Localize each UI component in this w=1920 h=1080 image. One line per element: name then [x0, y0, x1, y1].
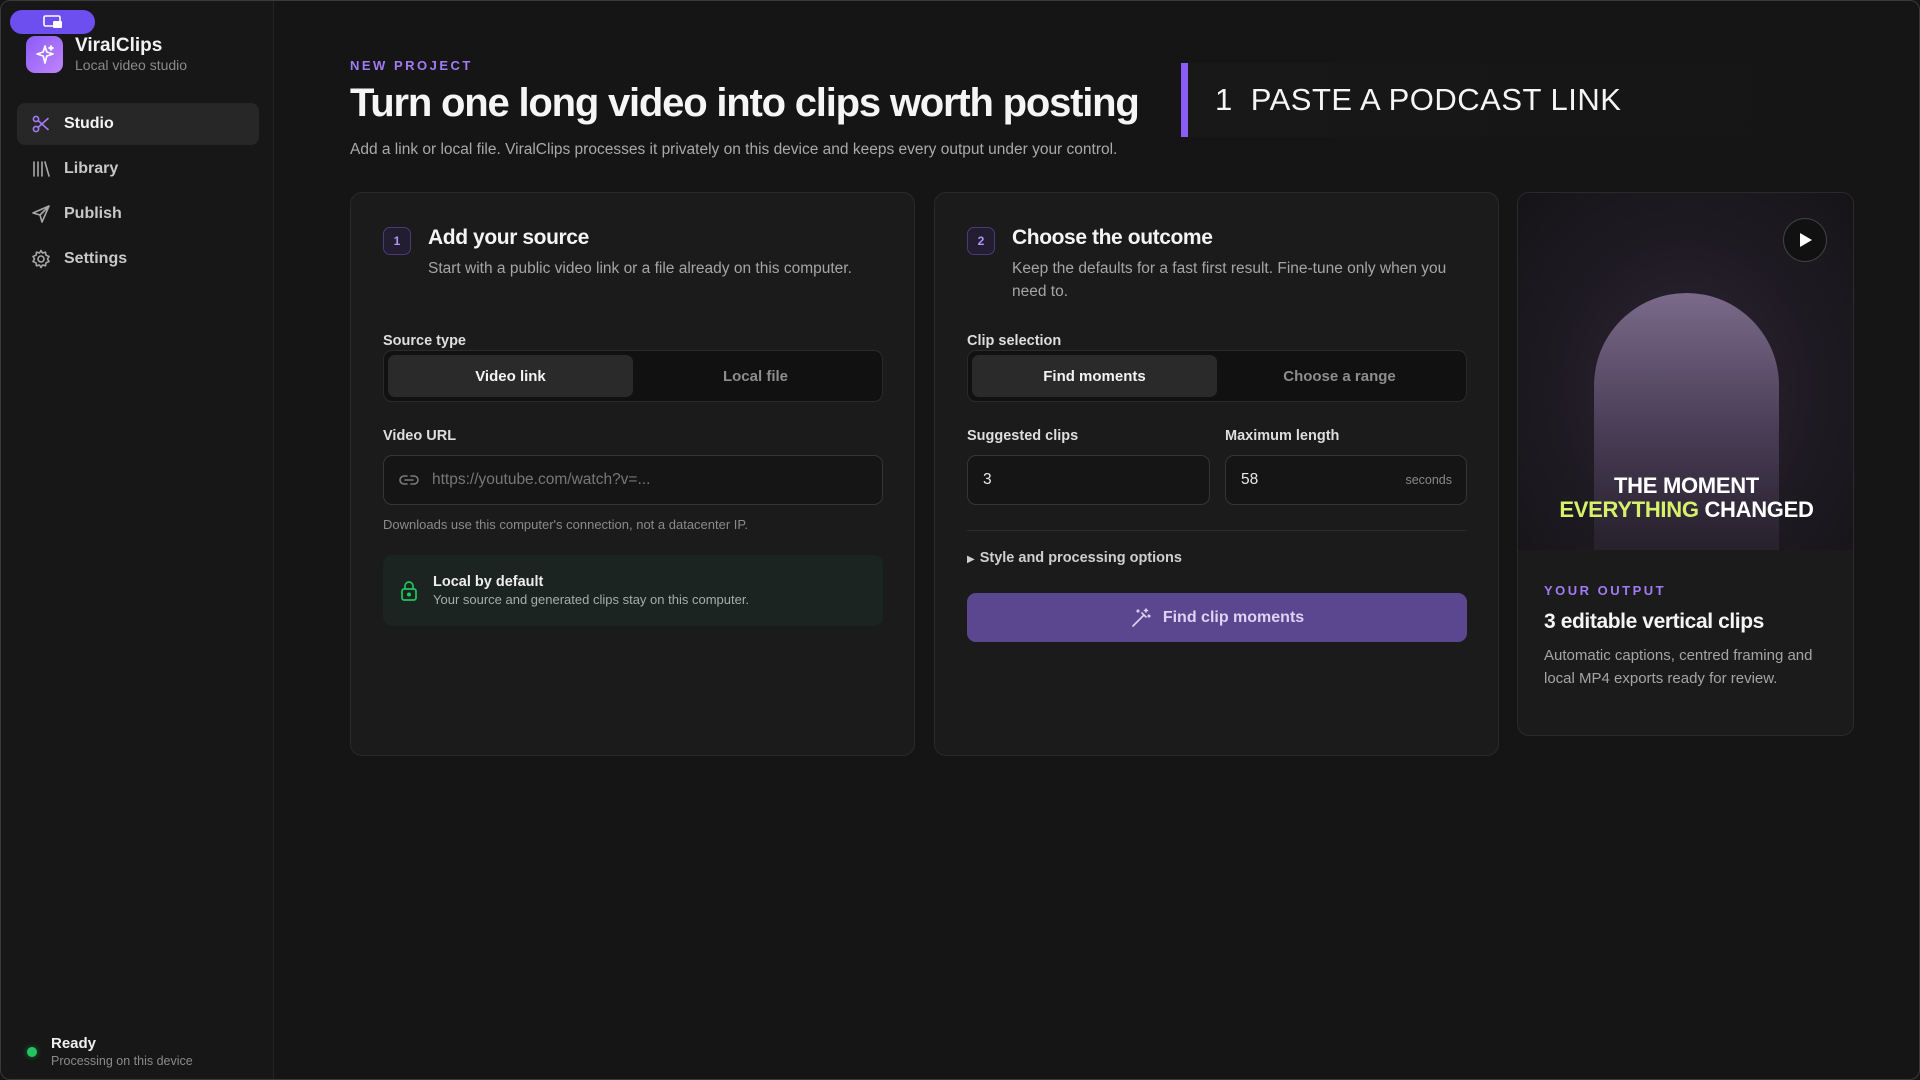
source-card: 1 Add your source Start with a public vi… [350, 192, 915, 756]
triangle-right-icon: ▶ [967, 554, 975, 565]
link-icon [398, 473, 420, 487]
output-preview-card: THE MOMENT EVERYTHING CHANGED YOUR OUTPU… [1517, 192, 1854, 736]
brand-subtitle: Local video studio [75, 57, 188, 73]
video-url-placeholder: https://youtube.com/watch?v=... [432, 471, 651, 488]
clip-selection-label: Clip selection [967, 333, 1062, 349]
sparkle-logo-icon [26, 36, 63, 73]
caption-line-1: THE MOMENT [1614, 473, 1759, 498]
clip-selection-toggle: Find moments Choose a range [967, 350, 1467, 402]
find-clip-moments-button[interactable]: Find clip moments [967, 593, 1467, 642]
library-icon [30, 158, 52, 180]
suggested-clips-label: Suggested clips [967, 428, 1079, 444]
send-icon [30, 203, 52, 225]
brand-name: ViralClips [75, 35, 163, 56]
video-link-option[interactable]: Video link [388, 355, 633, 397]
max-length-field[interactable]: 58 seconds [1225, 455, 1467, 505]
max-length-label: Maximum length [1225, 428, 1340, 444]
sidebar-nav: Studio Library Publish Settings [17, 103, 259, 283]
output-eyebrow: YOUR OUTPUT [1544, 583, 1667, 598]
step-banner: 1 PASTE A PODCAST LINK [1181, 63, 1841, 137]
clip-preview: THE MOMENT EVERYTHING CHANGED [1518, 193, 1853, 550]
card-description: Start with a public video link or a file… [428, 260, 852, 277]
status-indicator: Ready Processing on this device [27, 1035, 193, 1069]
step-banner-number: 1 [1215, 82, 1233, 117]
max-length-unit: seconds [1405, 473, 1452, 487]
screen-share-icon [42, 15, 62, 28]
local-notice-subtitle: Your source and generated clips stay on … [433, 591, 750, 607]
source-type-label: Source type [383, 333, 466, 349]
sidebar-item-label: Publish [64, 205, 122, 222]
suggested-clips-field[interactable]: 3 [967, 455, 1210, 505]
outcome-card: 2 Choose the outcome Keep the defaults f… [934, 192, 1499, 756]
card-title: Add your source [428, 226, 589, 249]
page-eyebrow: NEW PROJECT [350, 58, 473, 73]
choose-range-option[interactable]: Choose a range [1217, 355, 1462, 397]
play-button[interactable] [1783, 218, 1827, 262]
max-length-value: 58 [1241, 471, 1259, 488]
caption-highlight: EVERYTHING [1559, 497, 1699, 522]
status-title: Ready [51, 1035, 97, 1052]
card-description: Keep the defaults for a fast first resul… [1012, 260, 1447, 300]
sidebar-item-studio[interactable]: Studio [17, 103, 259, 145]
page-title: Turn one long video into clips worth pos… [350, 81, 1140, 125]
local-file-option[interactable]: Local file [633, 355, 878, 397]
step-number-badge: 1 [383, 227, 411, 255]
caption-rest: CHANGED [1704, 497, 1814, 522]
output-description: Automatic captions, centred framing and … [1544, 647, 1813, 687]
output-title: 3 editable vertical clips [1544, 610, 1764, 633]
sidebar-item-label: Settings [64, 250, 128, 267]
step-number-badge: 2 [967, 227, 995, 255]
magic-wand-icon [1130, 607, 1152, 629]
brand: ViralClips Local video studio [26, 35, 187, 74]
video-url-label: Video URL [383, 428, 457, 444]
lock-icon [399, 580, 419, 602]
source-type-toggle: Video link Local file [383, 350, 883, 402]
scissors-icon [30, 113, 52, 135]
status-dot [27, 1047, 37, 1057]
sidebar-item-library[interactable]: Library [17, 148, 259, 190]
card-title: Choose the outcome [1012, 226, 1213, 249]
sidebar-item-publish[interactable]: Publish [17, 193, 259, 235]
local-notice: Local by default Your source and generat… [383, 555, 883, 626]
caption-line-2: EVERYTHING CHANGED [1518, 497, 1853, 522]
local-notice-title: Local by default [433, 573, 544, 590]
gear-icon [30, 248, 52, 270]
button-label: Find clip moments [1162, 608, 1305, 626]
sidebar-item-label: Library [64, 160, 119, 177]
sidebar-item-settings[interactable]: Settings [17, 238, 259, 280]
app-window: ViralClips Local video studio Studio Lib… [0, 0, 1920, 1080]
find-moments-option[interactable]: Find moments [972, 355, 1217, 397]
screen-share-pill[interactable] [10, 10, 95, 34]
suggested-clips-value: 3 [983, 471, 992, 488]
download-hint: Downloads use this computer's connection… [383, 517, 749, 532]
sidebar-item-label: Studio [64, 115, 114, 132]
style-options-disclosure[interactable]: ▶ Style and processing options [967, 550, 1182, 566]
divider [967, 530, 1467, 531]
step-banner-text: PASTE A PODCAST LINK [1250, 82, 1622, 117]
disclosure-label: Style and processing options [979, 550, 1182, 566]
page-description: Add a link or local file. ViralClips pro… [350, 141, 1118, 158]
video-url-field[interactable]: https://youtube.com/watch?v=... [383, 455, 883, 505]
play-icon [1800, 233, 1812, 247]
status-subtitle: Processing on this device [51, 1054, 193, 1068]
sidebar: ViralClips Local video studio Studio Lib… [1, 1, 274, 1079]
